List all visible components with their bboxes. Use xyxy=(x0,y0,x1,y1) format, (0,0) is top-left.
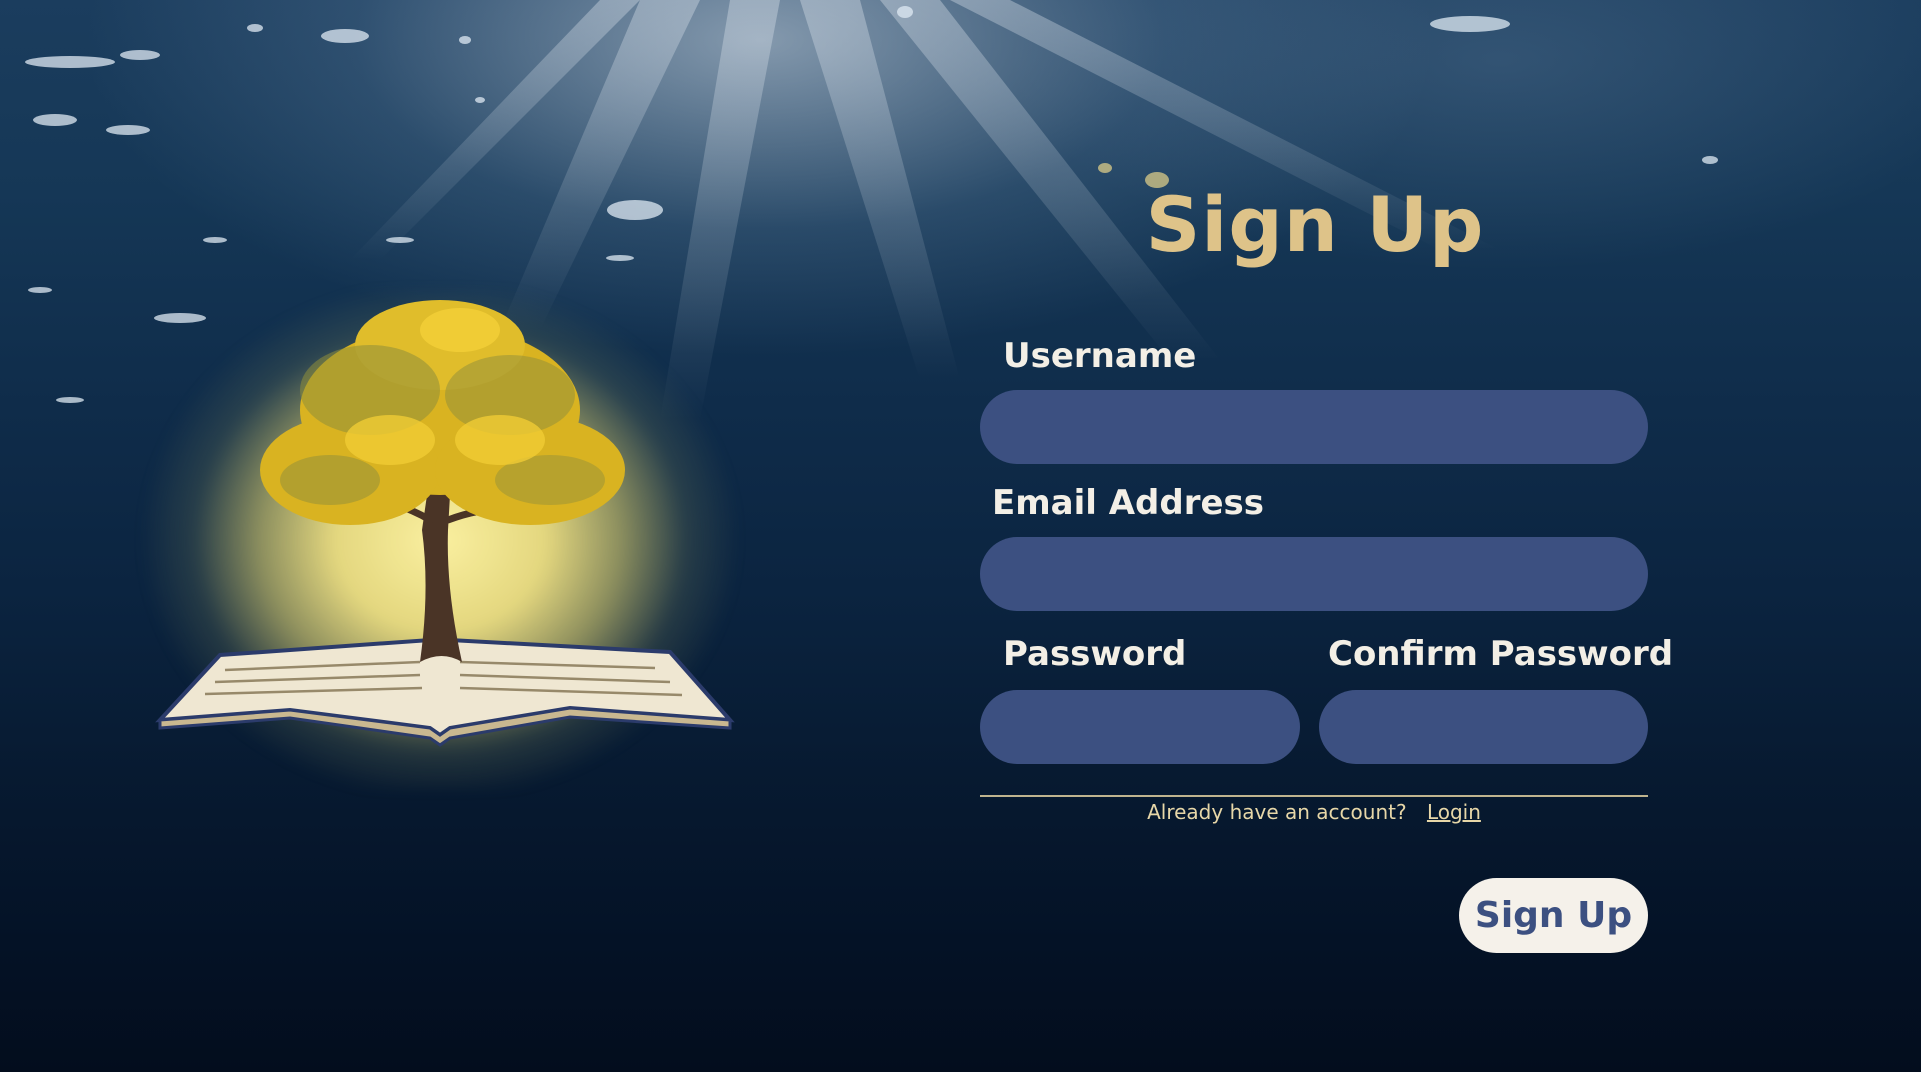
email-input[interactable] xyxy=(980,537,1648,611)
tree-on-open-book-icon xyxy=(130,290,750,790)
password-label: Password xyxy=(1003,634,1187,674)
confirm-password-label: Confirm Password xyxy=(1328,634,1674,674)
login-prompt: Already have an account? Login xyxy=(980,800,1648,824)
tree-book-illustration xyxy=(155,300,735,747)
username-label: Username xyxy=(1003,336,1197,376)
sign-up-button[interactable]: Sign Up xyxy=(1459,878,1648,953)
already-have-account-text: Already have an account? xyxy=(1147,800,1407,824)
email-label: Email Address xyxy=(992,483,1265,523)
form-divider xyxy=(980,795,1648,797)
page-title: Sign Up xyxy=(1145,180,1485,269)
username-input[interactable] xyxy=(980,390,1648,464)
confirm-password-input[interactable] xyxy=(1319,690,1648,764)
password-input[interactable] xyxy=(980,690,1300,764)
login-link[interactable]: Login xyxy=(1427,800,1481,824)
